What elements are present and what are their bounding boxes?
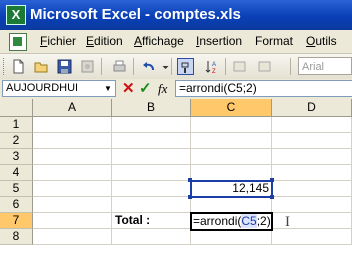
grid-cell[interactable] bbox=[272, 165, 352, 181]
print-icon[interactable] bbox=[111, 58, 128, 75]
formula-input[interactable]: =arrondi(C5;2) bbox=[175, 80, 352, 97]
window-title: Microsoft Excel - comptes.xls bbox=[30, 6, 241, 23]
undo-icon[interactable] bbox=[140, 58, 157, 75]
row-header-4[interactable]: 4 bbox=[0, 165, 33, 181]
text-cursor-icon: I bbox=[285, 214, 290, 230]
menu-format[interactable]: Format bbox=[255, 34, 293, 48]
row-header-7[interactable]: 7 bbox=[0, 213, 33, 229]
grid-cell[interactable] bbox=[33, 165, 112, 181]
workbook-icon[interactable] bbox=[9, 33, 27, 51]
grid-cell[interactable] bbox=[33, 197, 112, 213]
cell-edit-text: =arrondi( bbox=[193, 214, 242, 228]
cell-edit-reference: C5 bbox=[241, 214, 257, 228]
cell-c7-editing[interactable]: =arrondi(C5;2) bbox=[190, 212, 273, 231]
menu-edition[interactable]: Edition bbox=[86, 34, 123, 48]
menu-bar: Fichier Edition Affichage Insertion Form… bbox=[0, 30, 352, 54]
cancel-icon[interactable]: ✕ bbox=[122, 79, 135, 98]
menu-affichage[interactable]: Affichage bbox=[134, 34, 184, 48]
standard-toolbar: AZ Arial bbox=[0, 54, 352, 80]
grid-cell[interactable] bbox=[191, 165, 272, 181]
grid-cell[interactable] bbox=[112, 229, 191, 245]
toolbar-separator bbox=[225, 58, 226, 75]
grid-cell[interactable] bbox=[191, 117, 272, 133]
grid-cell[interactable] bbox=[33, 181, 112, 197]
grid-cell[interactable] bbox=[33, 149, 112, 165]
grid-cell[interactable] bbox=[112, 197, 191, 213]
reference-handle[interactable] bbox=[188, 178, 192, 182]
grid-cell[interactable] bbox=[272, 229, 352, 245]
row-header-5[interactable]: 5 bbox=[0, 181, 33, 197]
menu-insertion[interactable]: Insertion bbox=[196, 34, 242, 48]
toolbar-grip[interactable] bbox=[3, 58, 7, 75]
cell-edit-text: ;2) bbox=[256, 214, 271, 228]
grid-cell[interactable] bbox=[33, 117, 112, 133]
formula-bar: AUJOURDHUI ▼ ✕ ✓ fx =arrondi(C5;2) bbox=[0, 79, 352, 100]
save-icon[interactable] bbox=[56, 58, 73, 75]
grid-cell[interactable] bbox=[191, 197, 272, 213]
reference-handle[interactable] bbox=[270, 195, 274, 199]
reference-handle[interactable] bbox=[188, 195, 192, 199]
menu-fichier[interactable]: Fichier bbox=[40, 34, 76, 48]
worksheet-grid: A B C D 1 2 3 4 5 6 7 8 12,145 Total : =… bbox=[0, 99, 352, 255]
grid-cell[interactable] bbox=[191, 229, 272, 245]
font-name-box[interactable]: Arial bbox=[298, 57, 352, 75]
row-header-8[interactable]: 8 bbox=[0, 229, 33, 245]
column-header-d[interactable]: D bbox=[272, 99, 352, 117]
grid-cell[interactable] bbox=[112, 181, 191, 197]
column-header-b[interactable]: B bbox=[112, 99, 191, 117]
column-header-c[interactable]: C bbox=[191, 99, 272, 117]
chevron-down-icon[interactable]: ▼ bbox=[101, 81, 115, 96]
row-header-6[interactable]: 6 bbox=[0, 197, 33, 213]
grid-cell[interactable] bbox=[272, 149, 352, 165]
name-box[interactable]: AUJOURDHUI ▼ bbox=[2, 80, 116, 97]
svg-text:A: A bbox=[212, 62, 216, 68]
copy-format-icon[interactable] bbox=[177, 58, 194, 75]
grid-cell[interactable] bbox=[272, 181, 352, 197]
menu-outils[interactable]: Outils bbox=[306, 34, 337, 48]
svg-text:Z: Z bbox=[212, 69, 216, 75]
column-header-a[interactable]: A bbox=[33, 99, 112, 117]
new-icon[interactable] bbox=[10, 58, 27, 75]
toolbar-separator bbox=[101, 58, 102, 75]
grid-cell[interactable] bbox=[33, 229, 112, 245]
cell-b7[interactable]: Total : bbox=[112, 213, 191, 229]
help-icon[interactable] bbox=[256, 58, 273, 75]
grid-cell[interactable] bbox=[112, 149, 191, 165]
drawing-icon[interactable] bbox=[231, 58, 248, 75]
grid-cell[interactable] bbox=[272, 197, 352, 213]
grid-cell[interactable] bbox=[33, 213, 112, 229]
insert-function-icon[interactable]: fx bbox=[158, 80, 167, 97]
grid-cell[interactable] bbox=[191, 133, 272, 149]
permission-icon[interactable] bbox=[79, 58, 96, 75]
title-bar: X Microsoft Excel - comptes.xls bbox=[0, 0, 352, 30]
grid-cell[interactable] bbox=[191, 149, 272, 165]
undo-dropdown-icon[interactable] bbox=[157, 58, 169, 75]
grid-cell[interactable] bbox=[112, 117, 191, 133]
grid-cell[interactable] bbox=[112, 133, 191, 149]
grid-cell[interactable] bbox=[272, 117, 352, 133]
toolbar-separator bbox=[290, 58, 291, 75]
reference-handle[interactable] bbox=[270, 178, 274, 182]
grid-cell[interactable] bbox=[33, 133, 112, 149]
enter-icon[interactable]: ✓ bbox=[139, 79, 152, 98]
grid-cell[interactable] bbox=[272, 213, 352, 229]
row-header-2[interactable]: 2 bbox=[0, 133, 33, 149]
grid-cell[interactable] bbox=[272, 133, 352, 149]
open-icon[interactable] bbox=[33, 58, 50, 75]
toolbar-separator bbox=[133, 58, 134, 75]
select-all-corner[interactable] bbox=[0, 99, 33, 117]
toolbar-separator bbox=[171, 58, 172, 75]
sort-icon[interactable]: AZ bbox=[203, 58, 220, 75]
cell-c5[interactable]: 12,145 bbox=[191, 181, 272, 197]
name-box-value: AUJOURDHUI bbox=[6, 82, 79, 94]
grid-cell[interactable] bbox=[112, 165, 191, 181]
row-header-1[interactable]: 1 bbox=[0, 117, 33, 133]
row-header-3[interactable]: 3 bbox=[0, 149, 33, 165]
excel-app-icon[interactable]: X bbox=[6, 5, 26, 25]
